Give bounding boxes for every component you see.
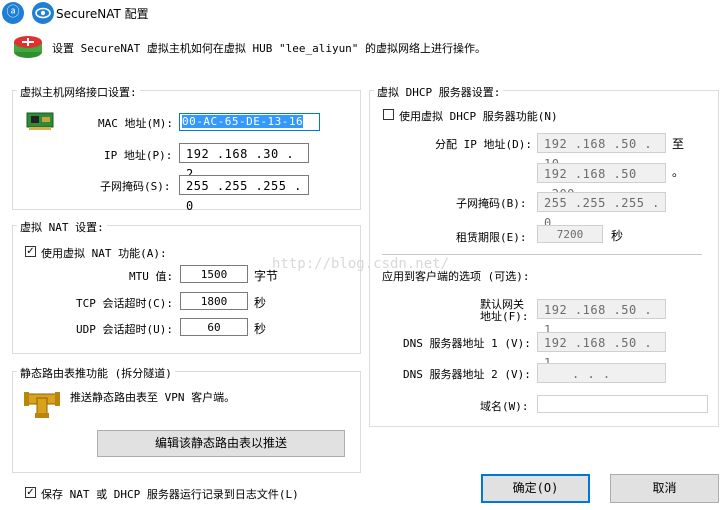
mtu-label: MTU 值: — [129, 270, 174, 283]
udp-timeout-label: UDP 会话超时(U): — [76, 323, 173, 336]
nat-enable-label[interactable]: 使用虚拟 NAT 功能(A): — [41, 245, 167, 261]
dhcp-dns1-label: DNS 服务器地址 1 (V): — [403, 337, 531, 350]
mac-label: MAC 地址(M): — [98, 117, 173, 130]
tcp-timeout-label: TCP 会话超时(C): — [76, 297, 173, 310]
dhcp-domain-label: 域名(W): — [480, 400, 529, 413]
dhcp-gateway-field[interactable]: 192 .168 .50 . 1 — [537, 299, 666, 337]
host-iface-group-label: 虚拟主机网络接口设置: — [17, 84, 140, 100]
nat-group-label: 虚拟 NAT 设置: — [17, 219, 107, 235]
window-title: SecureNAT 配置 — [56, 7, 149, 21]
tcp-timeout-input[interactable]: 1800 — [180, 292, 248, 310]
mac-address-field[interactable]: 00-AC-65-DE-13-16 — [179, 113, 320, 131]
udp-timeout-unit: 秒 — [254, 322, 267, 336]
cancel-button[interactable]: 取消 — [610, 474, 719, 503]
eye-icon — [32, 2, 54, 24]
ok-button[interactable]: 确定(O) — [481, 474, 590, 503]
dhcp-domain-field[interactable] — [537, 395, 708, 413]
dhcp-range-end-field[interactable]: 192 .168 .50 .200 — [537, 163, 666, 201]
mac-value: 00-AC-65-DE-13-16 — [182, 115, 304, 128]
dhcp-enable-label[interactable]: 使用虚拟 DHCP 服务器功能(N) — [399, 108, 558, 124]
mask-label: 子网掩码(S): — [100, 180, 171, 193]
dhcp-separator — [382, 254, 702, 255]
routes-group — [12, 371, 361, 473]
dhcp-range-label: 分配 IP 地址(D): — [435, 138, 532, 151]
mtu-input[interactable]: 1500 — [180, 265, 248, 283]
log-checkbox[interactable]: ✓ — [25, 487, 36, 498]
dhcp-range-start-field[interactable]: 192 .168 .50 . 10 — [537, 133, 666, 171]
routes-desc: 推送静态路由表至 VPN 客户端。 — [70, 391, 236, 404]
edit-routes-button[interactable]: 编辑该静态路由表以推送 — [97, 430, 345, 457]
dhcp-dns1-field[interactable]: 192 .168 .50 . 1 — [537, 332, 666, 370]
ip-label: IP 地址(P): — [104, 149, 173, 162]
ip-address-field[interactable]: 192 .168 .30 . 2 — [179, 143, 309, 181]
dhcp-range-to: 至 — [672, 137, 685, 151]
app-icon-a: ⓐ — [2, 2, 24, 24]
subnet-mask-field[interactable]: 255 .255 .255 . 0 — [179, 175, 309, 213]
dhcp-range-end-suffix: 。 — [672, 165, 685, 179]
watermark-text: http://blog.csdn.net/ — [272, 256, 450, 272]
udp-timeout-input[interactable]: 60 — [180, 318, 248, 336]
check-icon: ✓ — [26, 246, 35, 257]
dhcp-lease-label: 租赁期限(E): — [456, 231, 527, 244]
dhcp-mask-field[interactable]: 255 .255 .255 . 0 — [537, 192, 666, 230]
securenat-icon — [12, 30, 44, 60]
dhcp-dns2-label: DNS 服务器地址 2 (V): — [403, 368, 531, 381]
check-icon: ✓ — [26, 487, 35, 498]
tcp-timeout-unit: 秒 — [254, 296, 267, 310]
network-card-icon — [25, 110, 57, 134]
dhcp-enable-checkbox[interactable] — [383, 109, 394, 120]
dhcp-mask-label: 子网掩码(B): — [456, 197, 527, 210]
dhcp-gw-label-2: 地址(F): — [480, 310, 529, 323]
dhcp-lease-input[interactable]: 7200 — [537, 225, 603, 243]
pipe-tee-icon — [24, 384, 60, 418]
dhcp-lease-unit: 秒 — [611, 229, 624, 243]
log-label[interactable]: 保存 NAT 或 DHCP 服务器运行记录到日志文件(L) — [41, 486, 299, 502]
nat-enable-checkbox[interactable]: ✓ — [25, 246, 36, 257]
dhcp-dns2-field[interactable]: . . . — [537, 363, 666, 383]
dhcp-group-label: 虚拟 DHCP 服务器设置: — [374, 84, 504, 100]
description-text: 设置 SecureNAT 虚拟主机如何在虚拟 HUB "lee_aliyun" … — [52, 42, 487, 55]
routes-group-label: 静态路由表推功能 (拆分隧道) — [17, 365, 175, 381]
